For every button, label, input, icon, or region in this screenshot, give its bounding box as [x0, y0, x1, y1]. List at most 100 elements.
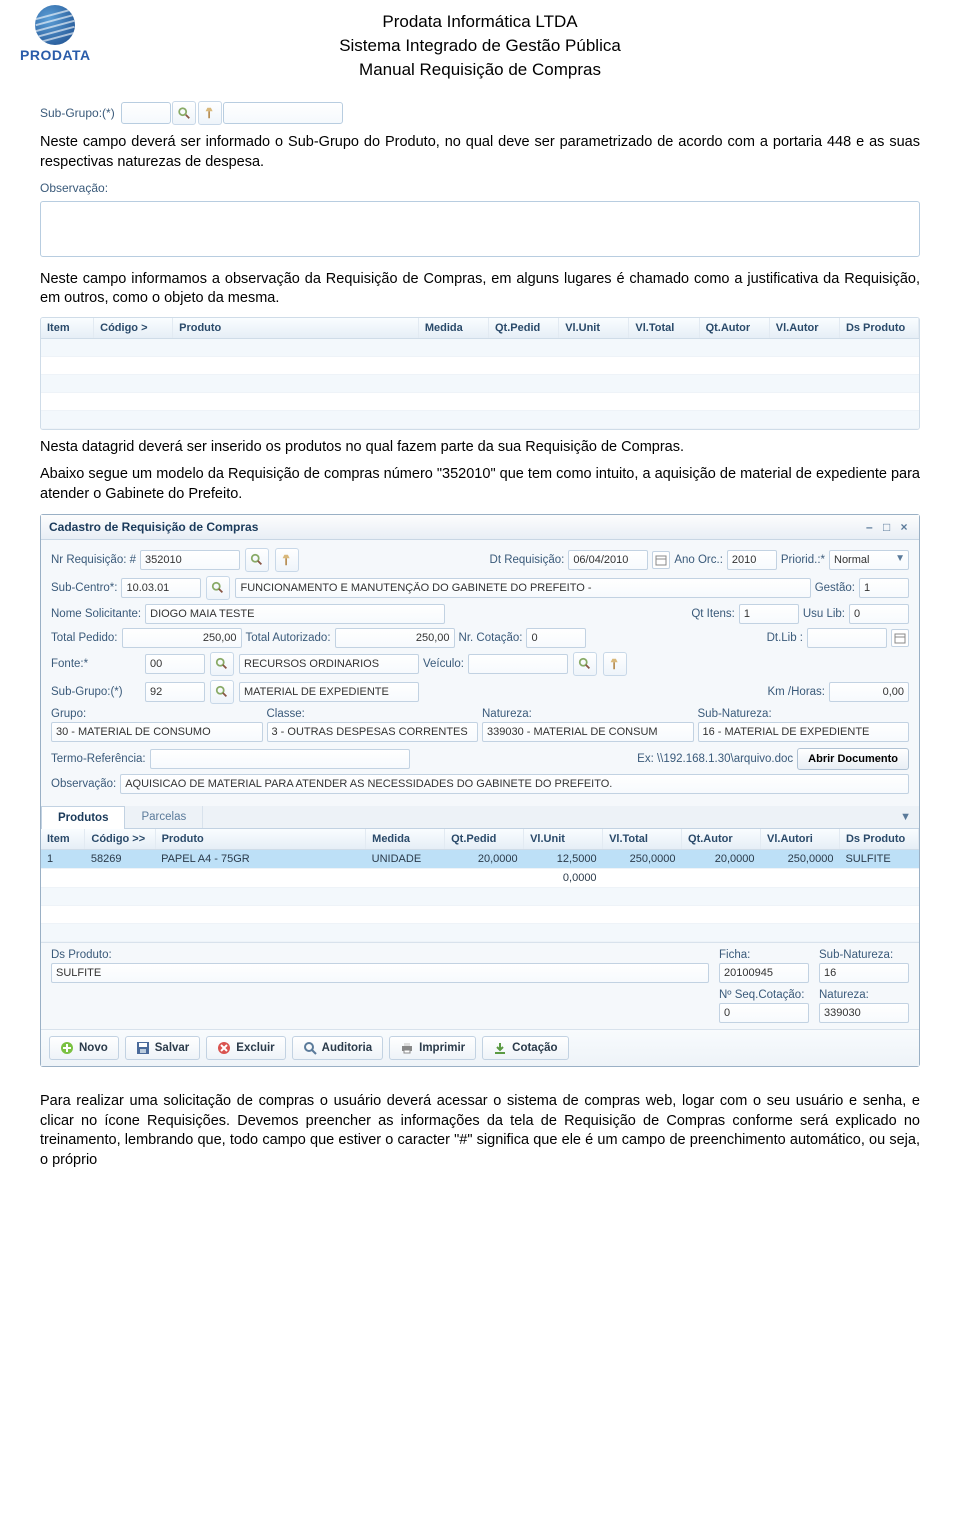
- dt-lib-input[interactable]: [807, 628, 887, 648]
- col-vlautor[interactable]: Vl.Autor: [769, 318, 839, 339]
- search-icon[interactable]: [245, 548, 269, 572]
- sub-grupo-code-input[interactable]: [145, 682, 205, 702]
- search-icon[interactable]: [573, 652, 597, 676]
- chevron-down-icon[interactable]: ▼: [895, 553, 905, 564]
- usu-lib-input[interactable]: [849, 604, 909, 624]
- table-row[interactable]: [41, 924, 919, 942]
- auditoria-button[interactable]: Auditoria: [292, 1036, 383, 1060]
- col-medida[interactable]: Medida: [366, 829, 445, 850]
- minimize-icon[interactable]: –: [862, 520, 876, 534]
- footer-fields: Ds Produto: Ficha: Sub-Natureza:: [41, 942, 919, 989]
- novo-button[interactable]: Novo: [49, 1036, 119, 1060]
- col-item[interactable]: Item: [41, 318, 94, 339]
- clear-icon[interactable]: [603, 652, 627, 676]
- col-vlunit[interactable]: Vl.Unit: [559, 318, 629, 339]
- seq-input[interactable]: [719, 1003, 809, 1023]
- maximize-icon[interactable]: □: [880, 520, 894, 534]
- fonte-desc-input[interactable]: [239, 654, 419, 674]
- col-produto[interactable]: Produto: [173, 318, 419, 339]
- table-row[interactable]: [41, 338, 919, 356]
- col-vlautor[interactable]: Vl.Autori: [761, 829, 840, 850]
- nome-sol-input[interactable]: [145, 604, 445, 624]
- obs-input[interactable]: [120, 774, 909, 794]
- sub-grupo-label: Sub-Grupo:(*): [51, 686, 141, 698]
- col-vltotal[interactable]: Vl.Total: [629, 318, 699, 339]
- logo-text: PRODATA: [20, 47, 91, 63]
- sub-centro-desc-input[interactable]: [235, 578, 810, 598]
- subnat-footer-input[interactable]: [819, 963, 909, 983]
- col-qtped[interactable]: Qt.Pedid: [489, 318, 559, 339]
- sub-grupo-desc-input[interactable]: [239, 682, 419, 702]
- paragraph-4: Abaixo segue um modelo da Requisição de …: [40, 465, 920, 504]
- col-codigo[interactable]: Código >: [94, 318, 173, 339]
- nr-cot-input[interactable]: [526, 628, 586, 648]
- table-row[interactable]: [41, 392, 919, 410]
- total-aut-label: Total Autorizado:: [246, 632, 331, 644]
- km-horas-label: Km /Horas:: [767, 686, 825, 698]
- dt-req-input[interactable]: [568, 550, 648, 570]
- col-qtped[interactable]: Qt.Pedid: [445, 829, 524, 850]
- col-qtautor[interactable]: Qt.Autor: [682, 829, 761, 850]
- qt-itens-input[interactable]: [739, 604, 799, 624]
- fonte-label: Fonte:*: [51, 658, 141, 670]
- col-ds[interactable]: Ds Produto: [839, 829, 918, 850]
- excluir-button[interactable]: Excluir: [206, 1036, 285, 1060]
- table-row[interactable]: [41, 888, 919, 906]
- total-aut-input[interactable]: [335, 628, 455, 648]
- observacao-textarea[interactable]: [40, 201, 920, 257]
- natureza-input[interactable]: [482, 722, 694, 742]
- search-icon[interactable]: [210, 652, 234, 676]
- tab-parcelas[interactable]: Parcelas: [125, 806, 203, 828]
- subgrupo-desc-input[interactable]: [223, 102, 343, 124]
- salvar-button[interactable]: Salvar: [125, 1036, 201, 1060]
- nr-req-label: Nr Requisição: #: [51, 554, 136, 566]
- col-produto[interactable]: Produto: [155, 829, 366, 850]
- calendar-icon[interactable]: [891, 629, 909, 647]
- col-item[interactable]: Item: [41, 829, 85, 850]
- table-row[interactable]: [41, 374, 919, 392]
- col-vlunit[interactable]: Vl.Unit: [524, 829, 603, 850]
- veiculo-input[interactable]: [468, 654, 568, 674]
- grupo-input[interactable]: [51, 722, 263, 742]
- abrir-documento-button[interactable]: Abrir Documento: [797, 748, 909, 770]
- paragraph-5: Para realizar uma solicitação de compras…: [40, 1092, 920, 1170]
- close-icon[interactable]: ×: [897, 520, 911, 534]
- col-codigo[interactable]: Código >>: [85, 829, 155, 850]
- usu-lib-label: Usu Lib:: [803, 608, 845, 620]
- imprimir-button[interactable]: Imprimir: [389, 1036, 476, 1060]
- search-icon[interactable]: [172, 101, 196, 125]
- col-medida[interactable]: Medida: [418, 318, 488, 339]
- km-horas-input[interactable]: [829, 682, 909, 702]
- table-row[interactable]: 1 58269 PAPEL A4 - 75GR UNIDADE 20,0000 …: [41, 850, 919, 869]
- chevron-down-icon[interactable]: ▼: [892, 806, 919, 828]
- termo-input[interactable]: [150, 749, 410, 769]
- table-row[interactable]: [41, 356, 919, 374]
- col-vltotal[interactable]: Vl.Total: [603, 829, 682, 850]
- nat-footer-input[interactable]: [819, 1003, 909, 1023]
- gestao-input[interactable]: [859, 578, 909, 598]
- ano-orc-input[interactable]: [727, 550, 777, 570]
- clear-icon[interactable]: [198, 101, 222, 125]
- subgrupo-code-input[interactable]: [121, 102, 171, 124]
- search-icon[interactable]: [206, 576, 230, 600]
- col-qtautor[interactable]: Qt.Autor: [699, 318, 769, 339]
- download-icon: [493, 1041, 507, 1055]
- tab-produtos[interactable]: Produtos: [41, 806, 125, 829]
- table-row[interactable]: [41, 906, 919, 924]
- nr-req-input[interactable]: [140, 550, 240, 570]
- total-ped-input[interactable]: [122, 628, 242, 648]
- calendar-icon[interactable]: [652, 551, 670, 569]
- classe-input[interactable]: [267, 722, 479, 742]
- cotacao-button[interactable]: Cotação: [482, 1036, 568, 1060]
- fonte-code-input[interactable]: [145, 654, 205, 674]
- sub-centro-code-input[interactable]: [121, 578, 201, 598]
- table-row[interactable]: 0,0000: [41, 869, 919, 888]
- search-icon[interactable]: [210, 680, 234, 704]
- table-row[interactable]: [41, 410, 919, 428]
- clear-icon[interactable]: [275, 548, 299, 572]
- ficha-input[interactable]: [719, 963, 809, 983]
- subnat-input[interactable]: [698, 722, 910, 742]
- window-title-text: Cadastro de Requisição de Compras: [49, 520, 258, 534]
- ds-produto-input[interactable]: [51, 963, 709, 983]
- col-ds[interactable]: Ds Produto: [839, 318, 918, 339]
